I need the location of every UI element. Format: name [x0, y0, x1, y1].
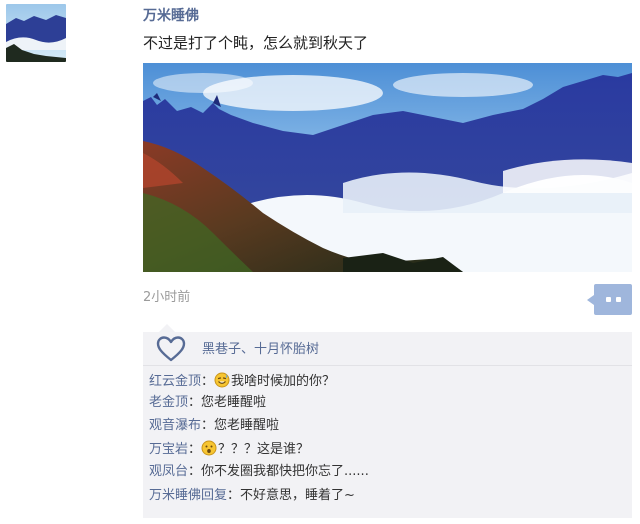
comment-item[interactable]: 观凤台：你不发圈我都快把你忘了...... — [149, 463, 369, 481]
liker-names[interactable]: 黑巷子、十月怀胎树 — [202, 342, 319, 358]
likes-row: 黑巷子、十月怀胎树 — [143, 332, 632, 366]
post-username[interactable]: 万米睡佛 — [143, 7, 199, 25]
comment-action-button[interactable] — [587, 284, 632, 315]
comment-author[interactable]: 观凤台 — [149, 464, 188, 479]
comment-author[interactable]: 老金顶 — [149, 395, 188, 410]
post-timestamp: 2小时前 — [143, 290, 191, 305]
comment-text: 您老睡醒啦 — [214, 418, 280, 433]
comment-item[interactable]: 万宝岩： ？？？这是谁？ — [149, 440, 309, 459]
mountains-above-clouds-image — [143, 63, 632, 272]
comment-author[interactable]: 万宝岩 — [149, 442, 188, 457]
comment-separator: ： — [201, 418, 215, 433]
avatar[interactable] — [6, 4, 66, 62]
comment-separator: ： — [201, 374, 215, 389]
mountain-avatar-image — [6, 4, 66, 62]
comment-item[interactable]: 观音瀑布：您老睡醒啦 — [149, 417, 279, 435]
comment-section: 黑巷子、十月怀胎树 红云金顶： 我啥时候加的你？ 老金顶：您老睡醒啦 观音瀑布：您… — [143, 324, 632, 518]
comment-text: 我啥时候加的你？ — [231, 374, 336, 389]
post-photo[interactable] — [143, 63, 632, 272]
dot-icon — [605, 297, 611, 302]
comment-separator: ： — [188, 464, 202, 479]
comment-item[interactable]: 红云金顶： 我啥时候加的你？ — [149, 372, 335, 391]
comment-text: 您老睡醒啦 — [201, 395, 267, 410]
comment-separator: ： — [188, 395, 202, 410]
comment-author[interactable]: 观音瀑布 — [149, 418, 201, 433]
heart-icon — [155, 335, 187, 363]
comment-text: ？？？这是谁？ — [218, 442, 310, 457]
comment-author[interactable]: 万米睡佛回复 — [149, 488, 227, 503]
comment-author[interactable]: 红云金顶 — [149, 374, 201, 389]
sweat-smile-emoji-icon — [214, 372, 230, 388]
comment-text: 不好意思，睡着了~ — [240, 488, 355, 503]
dot-icon — [615, 297, 621, 302]
comment-item[interactable]: 万米睡佛回复：不好意思，睡着了~ — [149, 487, 355, 505]
comment-item[interactable]: 老金顶：您老睡醒啦 — [149, 394, 266, 412]
comment-text: 你不发圈我都快把你忘了...... — [201, 464, 369, 479]
post-text: 不过是打了个盹，怎么就到秋天了 — [143, 34, 369, 52]
surprised-emoji-icon — [201, 440, 217, 456]
comment-separator: ： — [188, 442, 202, 457]
comment-separator: ： — [227, 488, 241, 503]
